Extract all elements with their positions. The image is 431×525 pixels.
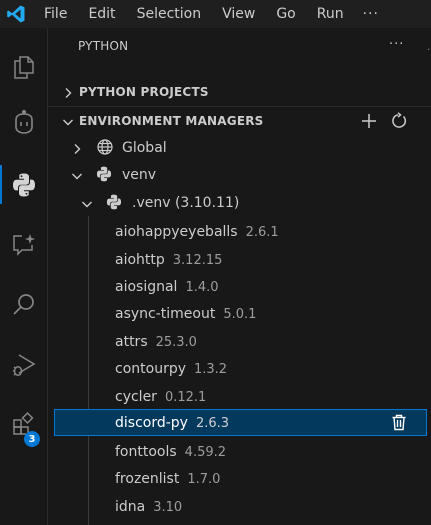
package-version: 25.3.0: [155, 334, 197, 350]
package-label: aiosignal 1.4.0: [115, 279, 219, 295]
package-row-async-timeout[interactable]: async-timeout 5.0.1: [48, 300, 428, 327]
package-row-discord-py[interactable]: discord-py 2.6.3: [54, 409, 427, 436]
package-name: idna: [115, 498, 146, 515]
tree-item-label: venv: [122, 166, 157, 183]
package-version: 1.3.2: [194, 361, 228, 377]
section-python-projects[interactable]: PYTHON PROJECTS: [48, 78, 431, 106]
package-name: aiosignal: [115, 278, 178, 295]
tree-item-label: Global: [122, 139, 167, 156]
sidebar-header: PYTHON: [48, 28, 431, 63]
package-version: 2.6.1: [245, 224, 279, 240]
package-label: idna 3.10: [115, 499, 182, 515]
package-name: fonttools: [115, 443, 177, 460]
package-version: 0.12.1: [164, 389, 207, 405]
package-label: contourpy 1.3.2: [115, 361, 227, 377]
package-version: 1.4.0: [185, 279, 219, 295]
chevron-right-icon: [70, 141, 84, 160]
package-label: fonttools 4.59.2: [115, 444, 226, 460]
package-row-aiohappyeyeballs[interactable]: aiohappyeyeballs 2.6.1: [48, 218, 428, 245]
package-row-contourpy[interactable]: contourpy 1.3.2: [48, 355, 428, 382]
explorer-icon[interactable]: [0, 43, 47, 90]
section-label: PYTHON PROJECTS: [79, 85, 209, 99]
add-icon[interactable]: [360, 112, 378, 134]
package-label: attrs 25.3.0: [115, 334, 197, 350]
package-name: discord-py: [115, 414, 188, 431]
chevron-down-icon: [70, 168, 84, 187]
package-label: aiohttp 3.12.15: [115, 252, 222, 268]
sidebar-title: PYTHON: [78, 38, 129, 53]
menu-view[interactable]: View: [222, 0, 255, 28]
python-sidebar: PYTHON ··· · PYTHON PROJECTS ENVIRONMENT…: [47, 28, 431, 525]
section-label: ENVIRONMENT MANAGERS: [79, 114, 264, 128]
refresh-icon[interactable]: [390, 112, 408, 134]
menu-file[interactable]: File: [44, 0, 67, 28]
package-name: async-timeout: [115, 305, 216, 322]
package-label: discord-py 2.6.3: [115, 415, 229, 431]
section-environment-managers[interactable]: ENVIRONMENT MANAGERS: [48, 106, 431, 135]
activity-bar: 3: [0, 28, 47, 525]
package-name: attrs: [115, 333, 148, 350]
vscode-logo-icon: [6, 4, 26, 24]
package-name: frozenlist: [115, 470, 180, 487]
package-row-attrs[interactable]: attrs 25.3.0: [48, 328, 428, 355]
python-icon: [105, 193, 123, 215]
chevron-right-icon: [61, 85, 75, 104]
package-name: aiohttp: [115, 251, 165, 268]
package-name: contourpy: [115, 360, 186, 377]
title-bar: File Edit Selection View Go Run ···: [0, 0, 431, 28]
chevron-down-icon: [80, 196, 94, 215]
menu-go[interactable]: Go: [276, 0, 295, 28]
package-version: 2.6.3: [195, 415, 230, 431]
package-row-aiohttp[interactable]: aiohttp 3.12.15: [48, 246, 428, 273]
package-version: 1.7.0: [187, 471, 221, 487]
package-row-aiosignal[interactable]: aiosignal 1.4.0: [48, 273, 428, 300]
python-icon[interactable]: [0, 161, 47, 208]
menu-selection[interactable]: Selection: [137, 0, 202, 28]
tree-item-global[interactable]: Global: [48, 134, 428, 161]
copilot-icon[interactable]: [0, 99, 47, 146]
chat-sparkle-icon[interactable]: [0, 221, 47, 268]
package-version: 3.12.15: [172, 252, 223, 268]
extensions-badge: 3: [24, 431, 40, 447]
package-name: aiohappyeyeballs: [115, 223, 238, 240]
trash-icon[interactable]: [391, 414, 407, 435]
search-icon[interactable]: [0, 281, 47, 328]
package-version: 4.59.2: [184, 444, 227, 460]
menu-more-button[interactable]: ···: [363, 6, 379, 22]
run-debug-icon[interactable]: [0, 341, 47, 388]
package-version: 3.10: [153, 499, 183, 515]
tree-item-venv[interactable]: venv: [48, 161, 428, 188]
sidebar-more-button[interactable]: ···: [389, 37, 404, 52]
package-version: 5.0.1: [223, 306, 257, 322]
python-icon: [95, 165, 113, 187]
menu-run[interactable]: Run: [317, 0, 344, 28]
tree-item-dot-venv[interactable]: .venv (3.10.11): [48, 189, 428, 216]
package-row-cycler[interactable]: cycler 0.12.1: [48, 383, 428, 410]
extensions-icon[interactable]: 3: [0, 401, 47, 448]
menu-edit[interactable]: Edit: [88, 0, 115, 28]
package-label: async-timeout 5.0.1: [115, 306, 256, 322]
chevron-down-icon: [61, 114, 75, 133]
tree-item-label: .venv (3.10.11): [132, 194, 240, 211]
package-row-frozenlist[interactable]: frozenlist 1.7.0: [48, 465, 428, 492]
package-name: cycler: [115, 388, 157, 405]
package-label: aiohappyeyeballs 2.6.1: [115, 224, 279, 240]
package-row-fonttools[interactable]: fonttools 4.59.2: [48, 438, 428, 465]
package-label: cycler 0.12.1: [115, 389, 206, 405]
package-label: frozenlist 1.7.0: [115, 471, 220, 487]
globe-icon: [96, 138, 114, 160]
package-row-idna[interactable]: idna 3.10: [48, 493, 428, 520]
sidebar-edge-indicator: ·: [427, 45, 431, 56]
